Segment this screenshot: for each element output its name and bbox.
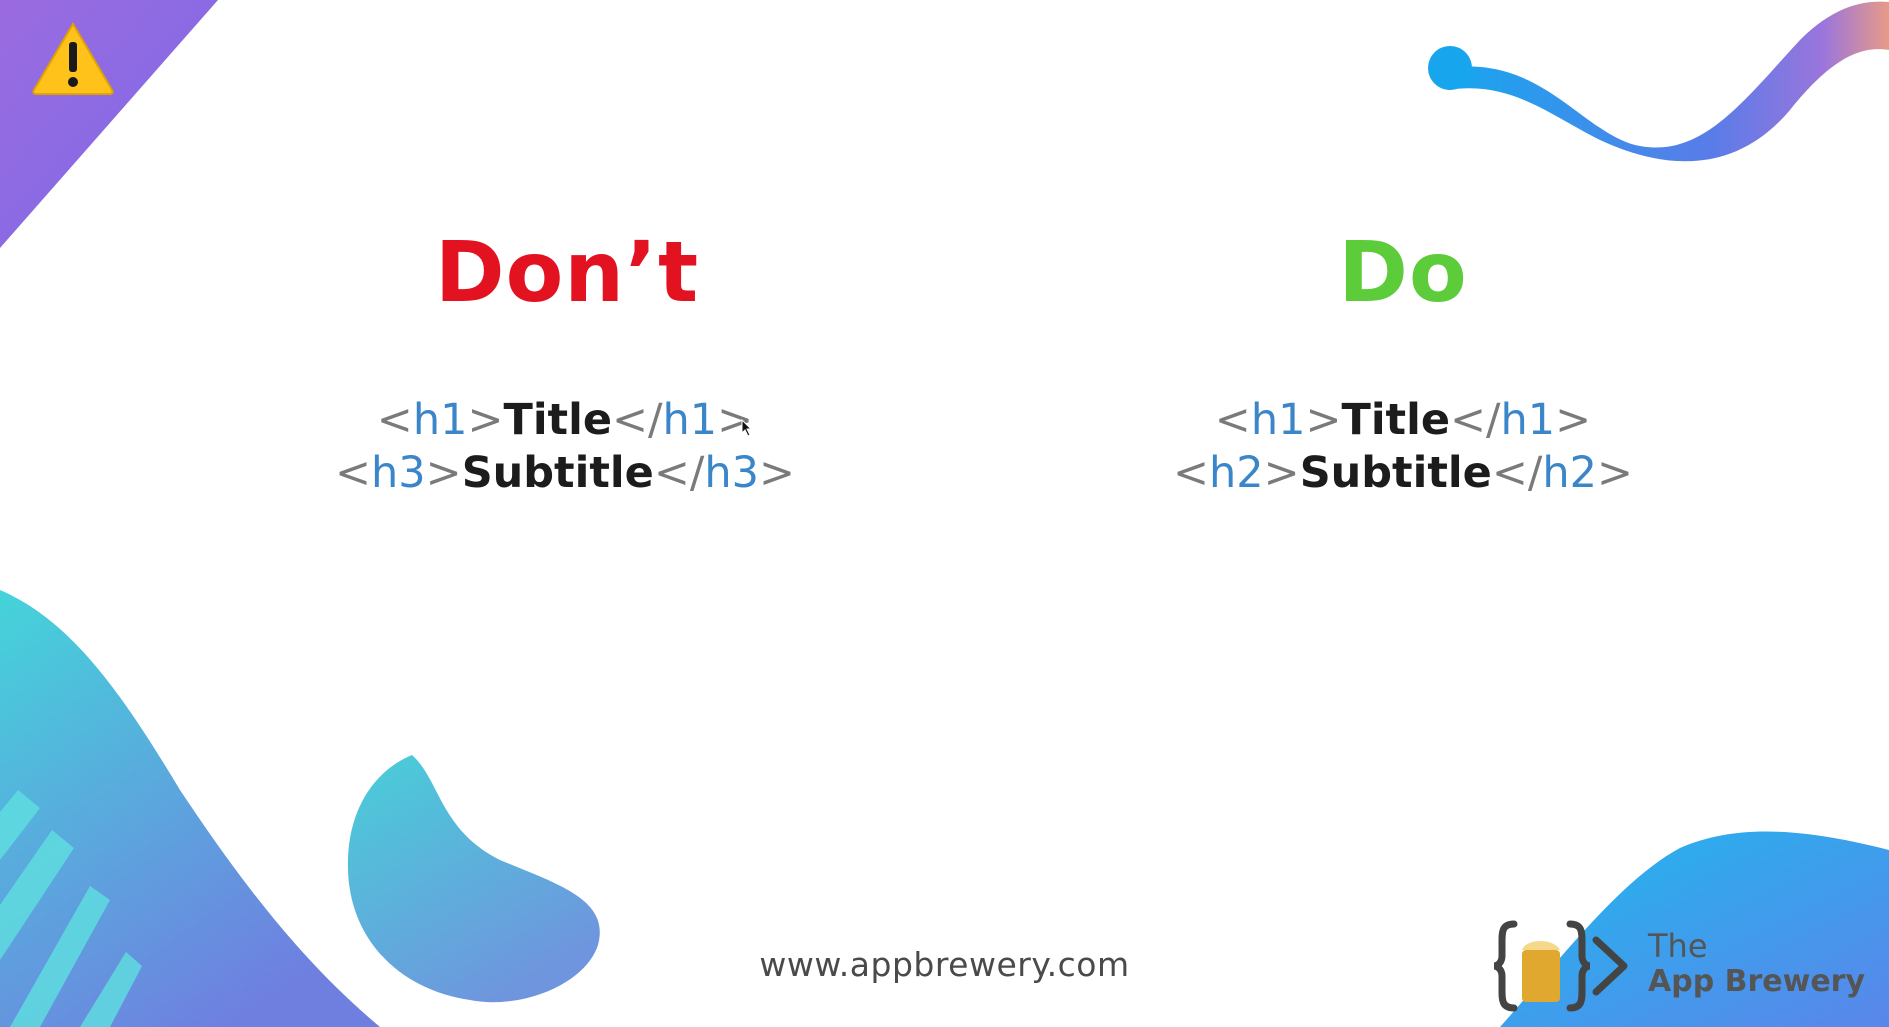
- mouse-cursor-icon: [741, 419, 753, 437]
- dont-code-line-1: <h1>Title</h1>: [376, 395, 754, 445]
- warning-icon: [32, 22, 114, 95]
- dont-heading: Don’t: [434, 223, 700, 321]
- logo-line-1: The: [1648, 927, 1708, 965]
- dont-code-block: <h1>Title</h1> <h3>Subtitle</h3>: [255, 394, 875, 500]
- background-decoration: [0, 0, 1889, 1027]
- do-code-block: <h1>Title</h1> <h2>Subtitle</h2>: [1093, 394, 1713, 500]
- dont-code-line-2: <h3>Subtitle</h3>: [335, 448, 795, 498]
- app-brewery-logo-icon: [1493, 920, 1628, 1012]
- do-code-line-2: <h2>Subtitle</h2>: [1173, 448, 1633, 498]
- do-heading: Do: [1338, 223, 1468, 321]
- app-brewery-logo-text: The App Brewery: [1648, 928, 1865, 1000]
- logo-line-2: App Brewery: [1648, 964, 1866, 999]
- wave-shape: [1448, 1, 1889, 162]
- do-code-line-1: <h1>Title</h1>: [1214, 395, 1592, 445]
